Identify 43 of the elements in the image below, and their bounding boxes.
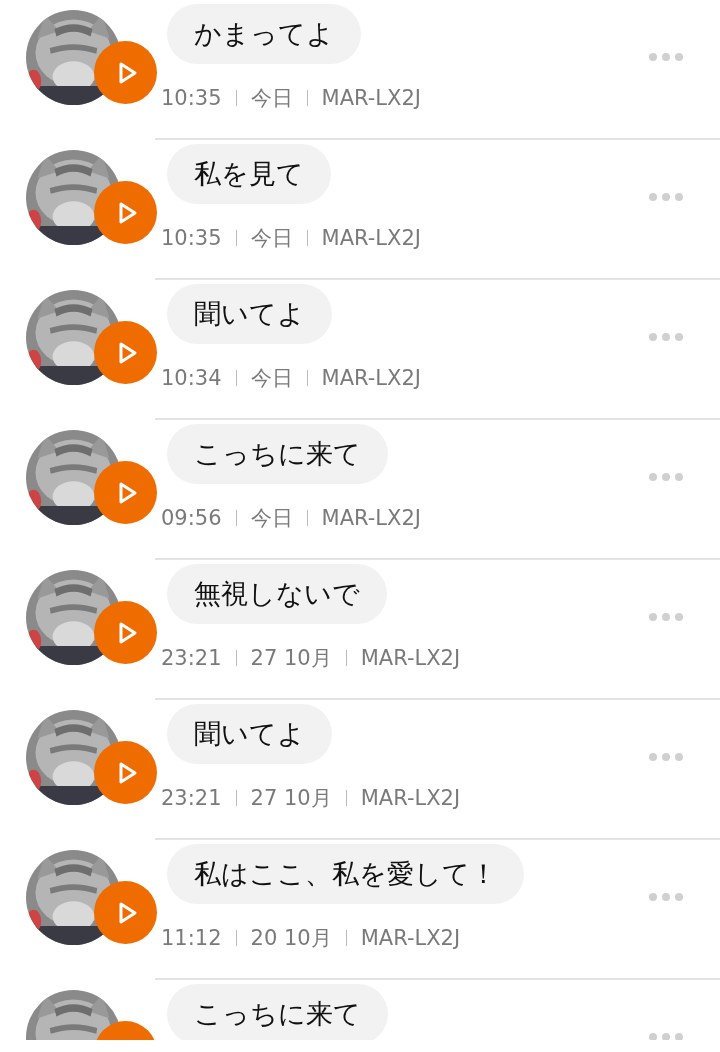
device-name: MAR-LX2J [321, 366, 421, 390]
message-date: 今日 [250, 505, 293, 532]
device-name: MAR-LX2J [321, 506, 421, 530]
message-date: 27 10月 [250, 645, 332, 672]
play-icon [117, 760, 138, 785]
message-time: 10:35 [161, 86, 222, 110]
message-bubble[interactable]: 聞いてよ [167, 704, 332, 764]
play-icon [117, 200, 138, 225]
play-icon [117, 900, 138, 925]
message-bubble[interactable]: 聞いてよ [167, 284, 332, 344]
device-name: MAR-LX2J [321, 86, 421, 110]
play-button[interactable] [94, 601, 157, 664]
message-time: 23:21 [161, 786, 222, 810]
device-name: MAR-LX2J [360, 926, 461, 950]
device-name: MAR-LX2J [360, 646, 461, 670]
message-date: 27 10月 [250, 785, 332, 812]
message-bubble[interactable]: 私を見て [167, 144, 331, 204]
play-icon [117, 480, 138, 505]
message-time: 23:21 [161, 646, 222, 670]
play-button[interactable] [94, 181, 157, 244]
play-icon [117, 340, 138, 365]
message-date: 今日 [250, 365, 293, 392]
message-time: 10:35 [161, 226, 222, 250]
device-name: MAR-LX2J [321, 226, 421, 250]
message-date: 今日 [250, 85, 293, 112]
message-date: 20 10月 [250, 925, 332, 952]
play-button[interactable] [94, 321, 157, 384]
device-name: MAR-LX2J [360, 786, 461, 810]
play-button[interactable] [94, 741, 157, 804]
message-bubble[interactable]: かまってよ [167, 4, 361, 64]
play-icon [117, 620, 138, 645]
play-button[interactable] [94, 881, 157, 944]
message-bubble[interactable]: 私はここ、私を愛して！ [167, 844, 524, 904]
play-button[interactable] [94, 461, 157, 524]
message-bubble[interactable]: こっちに来て [167, 424, 388, 484]
play-button[interactable] [94, 41, 157, 104]
message-time: 11:12 [161, 926, 222, 950]
message-date: 今日 [250, 225, 293, 252]
message-bubble[interactable]: 無視しないで [167, 564, 387, 624]
message-time: 09:56 [161, 506, 222, 530]
message-bubble[interactable]: こっちに来て [167, 984, 388, 1040]
play-icon [117, 60, 138, 85]
message-time: 10:34 [161, 366, 222, 390]
